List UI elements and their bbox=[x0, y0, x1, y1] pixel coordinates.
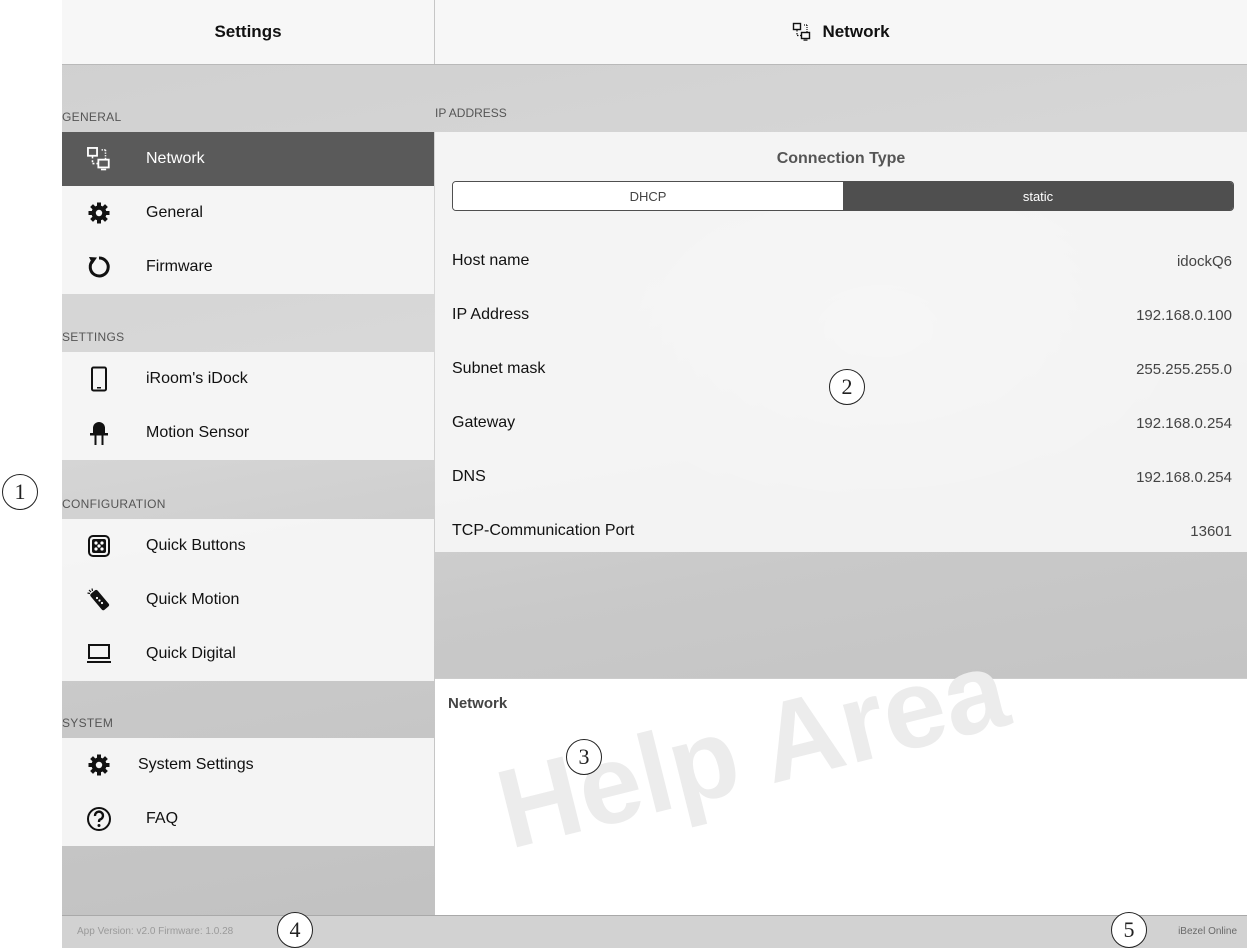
field-label: Host name bbox=[452, 252, 530, 269]
sidebar-item-general[interactable]: General bbox=[62, 186, 434, 240]
callout-5: 5 bbox=[1111, 912, 1147, 948]
page-title-text: Network bbox=[822, 22, 890, 41]
dice-icon bbox=[86, 533, 112, 559]
sidebar-item-quick-buttons[interactable]: Quick Buttons bbox=[62, 519, 434, 573]
field-label: TCP-Communication Port bbox=[452, 522, 635, 539]
sidebar-item-label: Quick Digital bbox=[146, 645, 236, 662]
sidebar-item-network[interactable]: Network bbox=[62, 132, 434, 186]
dns-row[interactable]: DNS 192.168.0.254 bbox=[452, 462, 1232, 492]
sidebar-item-label: Network bbox=[146, 150, 205, 167]
monitor-icon bbox=[86, 641, 112, 667]
sidebar-item-label: System Settings bbox=[138, 756, 254, 773]
connection-type-title: Connection Type bbox=[776, 150, 906, 167]
tablet-icon bbox=[86, 366, 112, 392]
header-bar: Settings Network bbox=[62, 0, 1247, 65]
page-title: Network bbox=[435, 0, 1247, 64]
section-header-general: GENERAL bbox=[62, 110, 122, 124]
sidebar-item-label: Quick Motion bbox=[146, 591, 240, 608]
section-header-system: SYSTEM bbox=[62, 716, 114, 730]
callout-2: 2 bbox=[829, 369, 865, 405]
sidebar-item-label: Quick Buttons bbox=[146, 537, 246, 554]
refresh-icon bbox=[86, 254, 112, 280]
tcp-port-row[interactable]: TCP-Communication Port 13601 bbox=[452, 516, 1232, 546]
settings-app: Settings Network GENERAL Network General bbox=[62, 0, 1247, 948]
sidebar-item-label: Motion Sensor bbox=[146, 424, 250, 441]
callout-1: 1 bbox=[2, 474, 38, 510]
gear-icon bbox=[86, 752, 112, 778]
field-label: Subnet mask bbox=[452, 360, 546, 377]
sidebar-item-label: iRoom's iDock bbox=[146, 370, 248, 387]
section-header-configuration: CONFIGURATION bbox=[62, 497, 166, 511]
ip-address-row[interactable]: IP Address 192.168.0.100 bbox=[452, 300, 1232, 330]
network-icon bbox=[792, 22, 812, 42]
sidebar-item-firmware[interactable]: Firmware bbox=[62, 240, 434, 294]
host-name-value[interactable]: idockQ6 bbox=[1177, 253, 1232, 270]
sidebar: GENERAL Network General Firmware SETTING… bbox=[62, 64, 434, 916]
sidebar-item-system-settings[interactable]: System Settings bbox=[62, 738, 434, 792]
sidebar-item-motion-sensor[interactable]: Motion Sensor bbox=[62, 406, 434, 460]
field-label: DNS bbox=[452, 468, 486, 485]
sidebar-item-label: General bbox=[146, 204, 203, 221]
tcp-port-value[interactable]: 13601 bbox=[1190, 523, 1232, 540]
callout-4: 4 bbox=[277, 912, 313, 948]
remote-icon bbox=[86, 587, 112, 613]
ip-address-value[interactable]: 192.168.0.100 bbox=[1136, 307, 1232, 324]
sidebar-item-iroom-idock[interactable]: iRoom's iDock bbox=[62, 352, 434, 406]
section-header-ip-address: IP ADDRESS bbox=[435, 106, 507, 120]
sidebar-item-quick-digital[interactable]: Quick Digital bbox=[62, 627, 434, 681]
status-bar: App Version: v2.0 Firmware: 1.0.28 iBeze… bbox=[62, 915, 1247, 948]
gear-icon bbox=[86, 200, 112, 226]
field-label: Gateway bbox=[452, 414, 516, 431]
sensor-icon bbox=[86, 420, 112, 446]
gateway-value[interactable]: 192.168.0.254 bbox=[1136, 415, 1232, 432]
connection-status: iBezel Online bbox=[1178, 926, 1237, 937]
sidebar-item-label: Firmware bbox=[146, 258, 213, 275]
help-title: Network bbox=[448, 695, 508, 712]
gateway-row[interactable]: Gateway 192.168.0.254 bbox=[452, 408, 1232, 438]
callout-3: 3 bbox=[566, 739, 602, 775]
network-icon bbox=[86, 146, 112, 172]
network-settings-panel: Connection Type DHCP static Host name id… bbox=[435, 132, 1247, 552]
section-header-settings: SETTINGS bbox=[62, 330, 125, 344]
connection-type-segmented-control: DHCP static bbox=[452, 181, 1234, 211]
dns-value[interactable]: 192.168.0.254 bbox=[1136, 469, 1232, 486]
sidebar-item-faq[interactable]: FAQ bbox=[62, 792, 434, 846]
help-area: Network Help Area bbox=[435, 625, 1247, 917]
dhcp-option[interactable]: DHCP bbox=[453, 182, 843, 210]
static-option[interactable]: static bbox=[843, 182, 1233, 210]
host-name-row[interactable]: Host name idockQ6 bbox=[452, 246, 1232, 276]
question-icon bbox=[86, 806, 112, 832]
sidebar-item-label: FAQ bbox=[146, 810, 179, 827]
settings-title: Settings bbox=[62, 0, 435, 64]
field-label: IP Address bbox=[452, 306, 530, 323]
help-area-watermark: Help Area bbox=[485, 625, 1020, 873]
version-text: App Version: v2.0 Firmware: 1.0.28 bbox=[77, 926, 234, 937]
subnet-mask-value[interactable]: 255.255.255.0 bbox=[1136, 361, 1232, 378]
sidebar-item-quick-motion[interactable]: Quick Motion bbox=[62, 573, 434, 627]
